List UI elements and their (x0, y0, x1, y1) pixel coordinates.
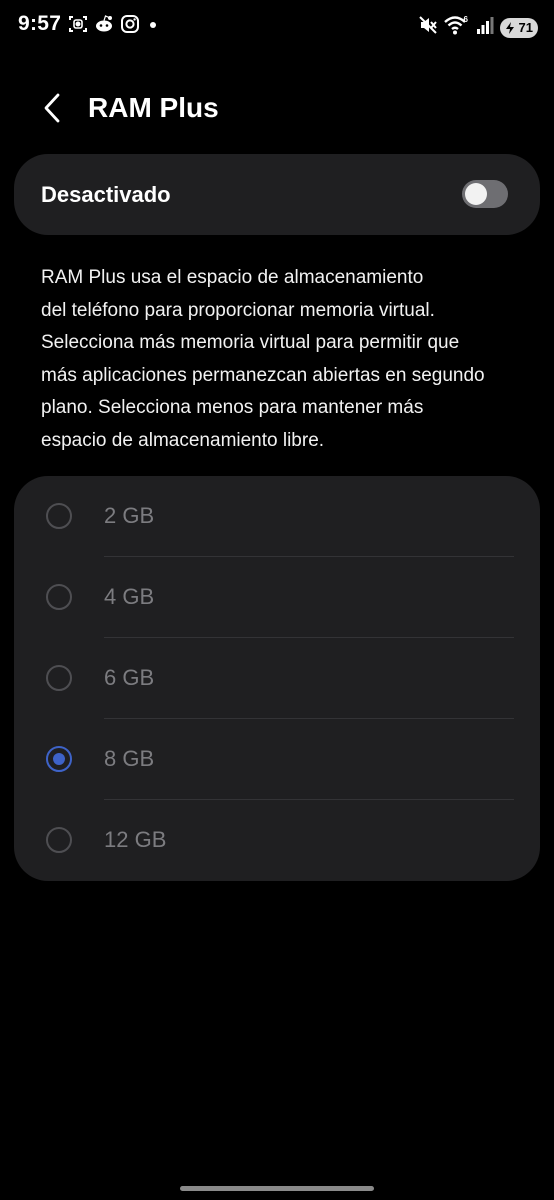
radio-button[interactable] (46, 746, 72, 772)
chevron-left-icon (44, 93, 60, 123)
option-6gb[interactable]: 6 GB (14, 638, 540, 719)
ram-plus-switch[interactable] (462, 180, 508, 208)
memory-options-card: 2 GB 4 GB 6 GB 8 GB 12 GB (14, 476, 540, 881)
option-label: 4 GB (104, 584, 155, 609)
radio-button[interactable] (46, 584, 72, 610)
gesture-nav-handle[interactable] (180, 1186, 374, 1191)
status-left-icons (68, 14, 160, 34)
description-line: RAM Plus usa el espacio de almacenamient… (41, 267, 424, 288)
instagram-icon (120, 14, 140, 34)
page-title: RAM Plus (88, 92, 219, 123)
option-label: 8 GB (104, 746, 155, 771)
wifi-icon: 6 (444, 14, 470, 41)
description-text: RAM Plus usa el espacio de almacenamient… (41, 262, 531, 458)
radio-button[interactable] (46, 665, 72, 691)
radio-button[interactable] (46, 503, 72, 529)
option-2gb[interactable]: 2 GB (14, 476, 540, 557)
status-time: 9:57 (18, 12, 62, 35)
signal-icon (476, 15, 494, 40)
mute-icon (418, 15, 438, 40)
radio-button[interactable] (46, 827, 72, 853)
option-label: 6 GB (104, 665, 155, 690)
battery-level: 71 (518, 20, 533, 35)
header: RAM Plus (0, 80, 554, 136)
dot-icon (146, 14, 160, 34)
option-12gb[interactable]: 12 GB (14, 800, 540, 881)
battery-icon: 71 (500, 17, 538, 38)
screenshot-icon (68, 14, 88, 34)
option-4gb[interactable]: 4 GB (14, 557, 540, 638)
option-8gb[interactable]: 8 GB (14, 719, 540, 800)
option-label: 2 GB (104, 503, 155, 528)
description-line: plano. Selecciona menos para mantener má… (41, 397, 424, 419)
option-label: 12 GB (104, 827, 167, 852)
description-line: espacio de almacenamiento libre. (41, 429, 325, 451)
status-bar: 9:57 6 71 (0, 0, 554, 52)
ram-plus-toggle-card[interactable]: Desactivado (14, 154, 540, 235)
status-right-icons: 6 71 (418, 14, 538, 41)
toggle-label: Desactivado (41, 182, 171, 207)
back-button[interactable] (30, 86, 74, 130)
switch-knob (465, 183, 487, 205)
description-line: del teléfono para proporcionar memoria v… (41, 299, 435, 321)
description-line: más aplicaciones permanezcan abiertas en… (41, 364, 485, 386)
wifi-badge: 6 (464, 15, 469, 24)
description-line: Selecciona más memoria virtual para perm… (41, 332, 460, 354)
reddit-icon (94, 14, 114, 34)
